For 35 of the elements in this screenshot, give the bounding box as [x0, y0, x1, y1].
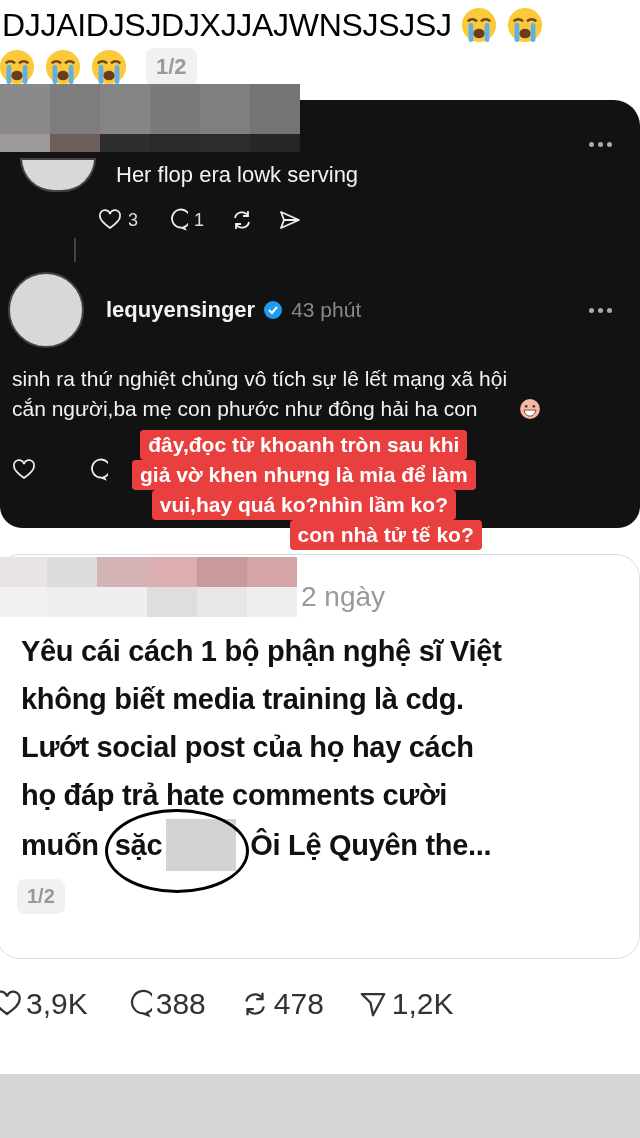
post-text: muốn [21, 828, 99, 863]
crying-face-icon [0, 48, 36, 86]
comment-text: sinh ra thứ nghiệt chủng vô tích sự lê lết mạng xã hội cắn người,ba mẹ con phước như đông hải ha con [12, 366, 509, 422]
reply-count: 1 [194, 209, 205, 231]
like-count: 3 [128, 209, 138, 231]
caption-text: vui,hay quá ko?nhìn lầm ko? [151, 490, 456, 520]
post-text: Ôi Lệ Quyên the... [250, 827, 492, 863]
stat-count: 1,2K [391, 987, 454, 1021]
post-text: Yêu cái cách 1 bộ phận nghệ sĩ Việt [21, 634, 503, 669]
page-counter: 1/2 [17, 879, 65, 914]
caption-text: con nhà tử tế ko? [289, 520, 482, 550]
crying-face-icon [90, 48, 128, 86]
heart-icon[interactable] [98, 208, 122, 232]
caption-text: đây,đọc từ khoanh tròn sau khi [140, 430, 468, 460]
crying-face-icon [505, 6, 544, 44]
send-icon[interactable] [278, 208, 303, 232]
post-title: DJJAIDJSJDJXJJAJWNSJSJSJ [2, 6, 452, 44]
post-text: họ đáp trả hate comments cười [21, 778, 449, 813]
comment-text: Her flop era lowk serving [116, 162, 359, 188]
post-text: Lướt social post của họ hay cách [21, 730, 475, 765]
heart-icon[interactable] [12, 458, 36, 482]
stat-count: 478 [273, 987, 324, 1021]
stat-count: 388 [155, 987, 206, 1021]
crying-face-icon [459, 6, 498, 44]
post-time: 2 ngày [301, 581, 386, 613]
page-counter: 1/2 [146, 48, 197, 86]
post-text: không biết media training là cdg. [21, 682, 465, 717]
post-text: sặc [114, 828, 163, 863]
caption-text: giả vờ khen nhưng là mỉa để làm [132, 460, 476, 490]
stat-count: 3,9K [26, 987, 88, 1021]
crying-face-icon [44, 48, 82, 86]
username[interactable]: lequyensinger [106, 297, 256, 323]
grinning-face-icon [519, 398, 541, 420]
post-time: 43 phút [291, 298, 362, 322]
pixelated-blur [166, 819, 237, 871]
